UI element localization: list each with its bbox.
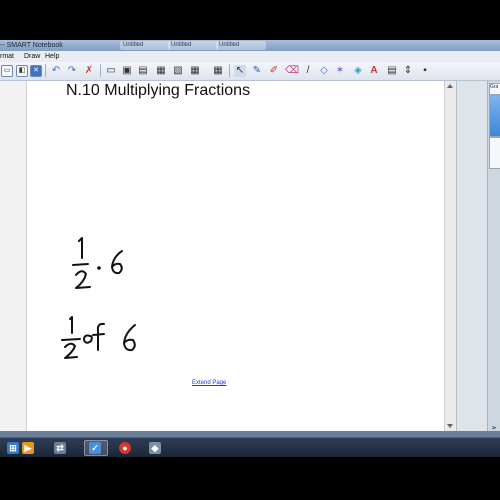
handwritten-math[interactable] [60, 230, 180, 365]
text-icon[interactable]: A [368, 65, 380, 77]
ink-fraction-bar [61, 338, 81, 341]
move-toolbar-icon[interactable]: ⇕ [402, 65, 414, 77]
vertical-scrollbar[interactable] [444, 81, 456, 431]
faded-tab[interactable]: Untitled [120, 41, 170, 50]
media-player-icon: ▶ [22, 442, 34, 454]
taskbar-app[interactable]: ◆ [144, 440, 168, 456]
ink-fraction-bar [72, 263, 89, 266]
page-sorter-icon[interactable]: ▭ [1, 65, 13, 77]
screen-shade-icon[interactable]: ▭ [105, 65, 117, 77]
taskbar-network[interactable]: ⇄ [49, 440, 73, 456]
menu-help[interactable]: Help [45, 51, 59, 62]
toolbar: ▭ ◧ ✕ ↶ ↷ ✗ ▭ ▣ ▤ ▦ ▧ ▦ ▦ ↖ ✎ ✐ ⌫ / ◇ ✶ … [0, 62, 500, 81]
faded-tab[interactable]: Untitled [216, 41, 266, 50]
capture-icon[interactable]: ▦ [155, 65, 167, 77]
undo-icon[interactable]: ↶ [50, 65, 62, 77]
dual-page-icon[interactable]: ▤ [137, 65, 149, 77]
side-panel [456, 81, 487, 431]
table-icon[interactable]: ▦ [189, 65, 201, 77]
left-gutter [0, 81, 27, 431]
previous-page-icon[interactable]: ◧ [16, 65, 28, 77]
full-screen-icon[interactable]: ▣ [121, 65, 133, 77]
toolbar-separator [45, 64, 46, 77]
ink-denominator-2 [64, 342, 78, 359]
fill-icon[interactable]: ◈ [352, 65, 364, 77]
more-icon[interactable]: ▪ [419, 65, 431, 77]
page-title[interactable]: N.10 Multiplying Fractions [66, 82, 250, 100]
ink-numerator-1 [69, 316, 73, 334]
delete-icon[interactable]: ✗ [83, 65, 95, 77]
creative-pen-icon[interactable]: ✐ [268, 65, 280, 77]
extend-page-link[interactable]: Extend Page [192, 380, 226, 386]
pen-icon[interactable]: ✎ [251, 65, 263, 77]
shapes-icon[interactable]: ◇ [318, 65, 330, 77]
ink-dot-operator [97, 266, 101, 270]
auto-hide-label: A [490, 426, 496, 430]
page-sorter-tab[interactable] [489, 95, 500, 137]
system-tray[interactable] [487, 440, 500, 454]
attachments-tab[interactable] [489, 137, 500, 169]
ink-denominator-2 [75, 270, 91, 289]
taskbar: ⊞ ▶ ⇄ ✓ ● ◆ [0, 437, 500, 457]
table-icon[interactable]: ▦ [212, 65, 224, 77]
chrome-icon: ● [119, 442, 131, 454]
app-icon: ◆ [149, 442, 161, 454]
gallery-tab-label: Gra [490, 84, 499, 90]
taskbar-chrome[interactable]: ● [114, 440, 138, 456]
properties-icon[interactable]: ▤ [386, 65, 398, 77]
scroll-down-icon[interactable] [447, 424, 453, 428]
ink-six [111, 250, 123, 275]
network-icon: ⇄ [54, 442, 66, 454]
menu-draw[interactable]: Draw [24, 51, 40, 62]
toolbar-separator [100, 64, 101, 77]
faded-tab[interactable]: Untitled [168, 41, 218, 50]
eraser-icon[interactable]: ⌫ [285, 65, 299, 77]
line-icon[interactable]: / [302, 65, 314, 77]
window-title: -- SMART Notebook [0, 42, 63, 49]
gallery-tab[interactable]: Gra [489, 83, 500, 95]
select-icon[interactable]: ↖ [234, 65, 246, 77]
taskbar-media-player[interactable]: ▶ [17, 440, 41, 456]
title-bar: -- SMART Notebook Untitled Untitled Unti… [0, 40, 500, 51]
document-camera-icon[interactable]: ▧ [172, 65, 184, 77]
toolbar-separator [229, 64, 230, 77]
ink-letter-o [83, 334, 93, 344]
scroll-up-icon[interactable] [447, 84, 453, 88]
side-tabs: Gra A [487, 81, 500, 431]
ink-six [123, 324, 136, 352]
ink-letter-f [92, 322, 105, 351]
menu-format[interactable]: rmat [0, 51, 14, 62]
redo-icon[interactable]: ↷ [66, 65, 78, 77]
delete-page-icon[interactable]: ✕ [30, 65, 42, 77]
magic-pen-icon[interactable]: ✶ [334, 65, 346, 77]
taskbar-smart-notebook[interactable]: ✓ [84, 440, 108, 456]
ink-numerator-1 [78, 237, 83, 259]
smart-notebook-icon: ✓ [89, 442, 101, 454]
